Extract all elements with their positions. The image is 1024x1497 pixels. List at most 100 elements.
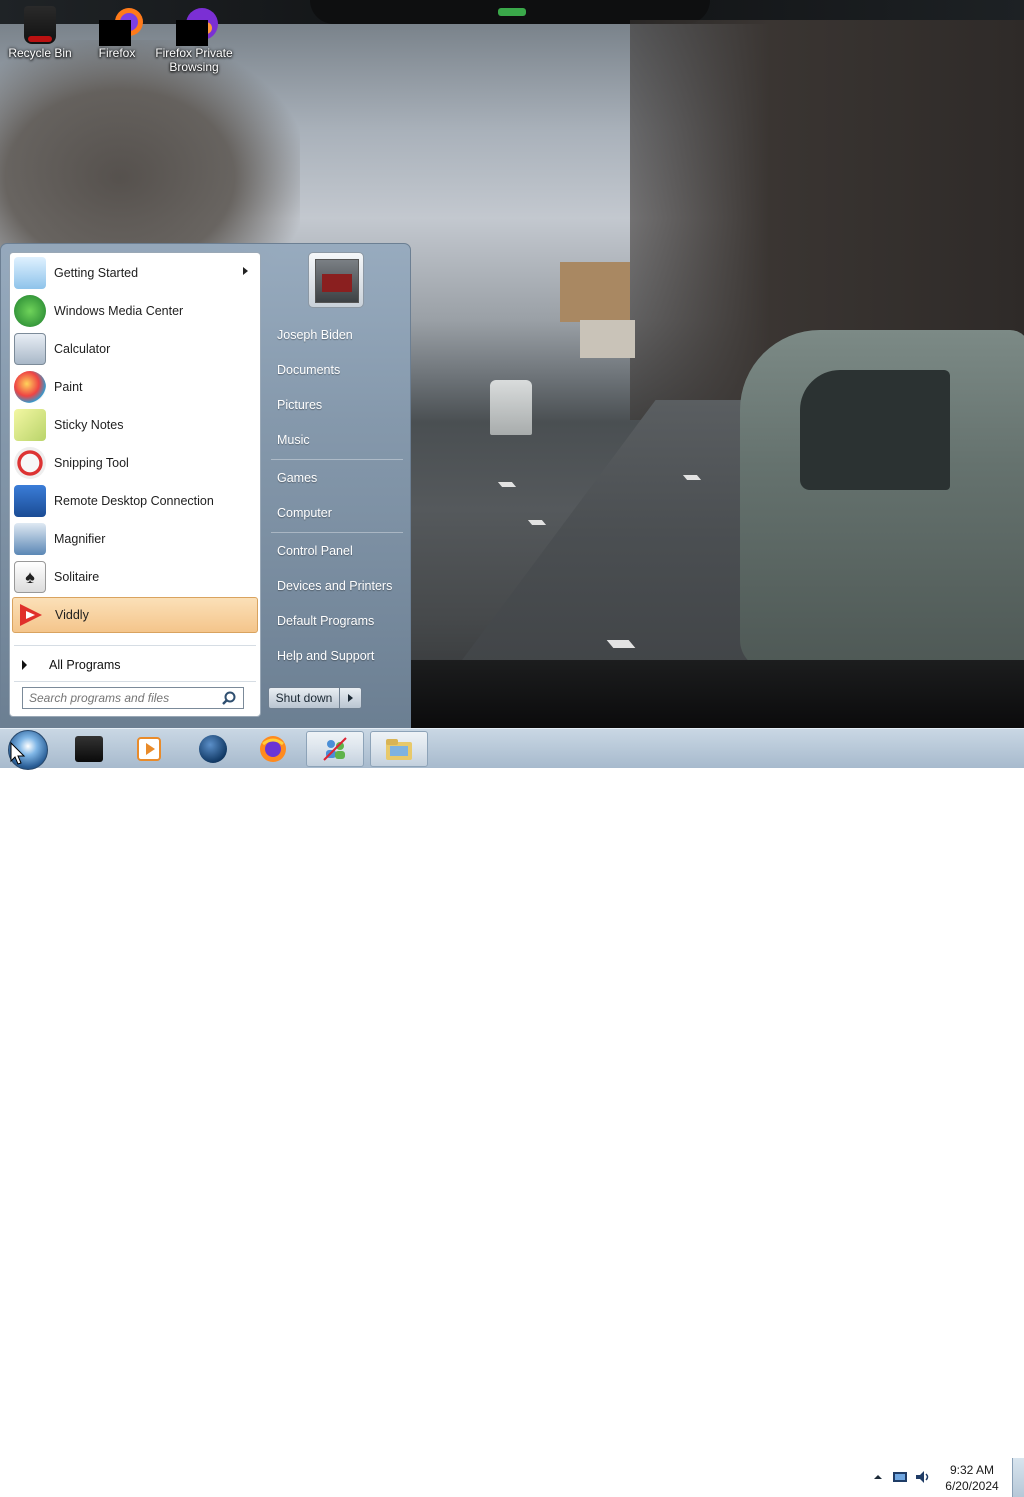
wallpaper-dashboard [410, 660, 1024, 728]
start-program-sticky-notes[interactable]: Sticky Notes [12, 407, 258, 443]
search-icon [221, 690, 237, 706]
viddly-icon [15, 599, 47, 631]
show-hidden-icons-icon[interactable] [870, 1470, 886, 1484]
start-program-calculator[interactable]: Calculator [12, 331, 258, 367]
program-label: Snipping Tool [54, 456, 129, 470]
calculator-icon [14, 333, 46, 365]
recycle-bin-icon [24, 6, 56, 44]
program-label: Paint [54, 380, 83, 394]
program-label: Solitaire [54, 570, 100, 584]
wallpaper-led-light [498, 8, 526, 16]
right-item-label: Pictures [277, 398, 323, 412]
start-program-solitaire[interactable]: ♠ Solitaire [12, 559, 258, 595]
start-menu-programs-pane: Getting Started Windows Media Center Cal… [9, 252, 261, 717]
desktop-icon-recycle-bin[interactable]: Recycle Bin [0, 6, 80, 60]
start-right-pictures[interactable]: Pictures [267, 390, 407, 420]
wallpaper-car-window [800, 370, 950, 490]
road-marking [497, 482, 517, 487]
network-people-icon [323, 737, 347, 761]
program-label: Magnifier [54, 532, 106, 546]
programs-separator [14, 645, 256, 646]
remote-desktop-icon [14, 485, 46, 517]
snipping-tool-icon [14, 447, 46, 479]
start-program-paint[interactable]: Paint [12, 369, 258, 405]
show-desktop-button[interactable] [1012, 1458, 1024, 1497]
program-label: Remote Desktop Connection [54, 494, 214, 508]
globe-browser-icon [199, 735, 227, 763]
taskbar-app-network-people[interactable] [306, 731, 364, 767]
start-right-music[interactable]: Music [267, 425, 407, 455]
taskbar: 9:32 AM 6/20/2024 [0, 728, 1024, 1497]
road-marking [682, 475, 702, 480]
program-label: Sticky Notes [54, 418, 124, 432]
program-label: Calculator [54, 342, 111, 356]
firefox-icon [99, 6, 143, 46]
shutdown-button[interactable]: Shut down [268, 687, 340, 709]
taskbar-app-firefox[interactable] [244, 731, 302, 767]
start-program-magnifier[interactable]: Magnifier [12, 521, 258, 557]
firefox-icon [260, 736, 286, 762]
shutdown-options-button[interactable] [340, 687, 362, 709]
right-pane-separator [271, 459, 403, 460]
start-right-documents[interactable]: Documents [267, 355, 407, 385]
paint-icon [14, 371, 46, 403]
start-program-snipping-tool[interactable]: Snipping Tool [12, 445, 258, 481]
right-item-label: Devices and Printers [277, 579, 393, 593]
desktop-icon-label: Firefox [98, 46, 136, 60]
right-item-label: Default Programs [277, 614, 375, 628]
start-right-computer[interactable]: Computer [267, 498, 407, 528]
dark-app-icon [75, 736, 103, 762]
start-program-remote-desktop[interactable]: Remote Desktop Connection [12, 483, 258, 519]
right-item-label: Joseph Biden [277, 328, 353, 342]
sticky-notes-icon [14, 409, 46, 441]
all-programs-button[interactable]: All Programs [12, 651, 258, 679]
start-right-help-support[interactable]: Help and Support [267, 641, 407, 671]
right-pane-separator [271, 532, 403, 533]
desktop-icon-firefox-private[interactable]: Firefox Private Browsing [154, 6, 234, 74]
taskbar-app-dark[interactable] [60, 731, 118, 767]
start-menu: Getting Started Windows Media Center Cal… [0, 243, 411, 728]
start-right-devices-printers[interactable]: Devices and Printers [267, 571, 407, 601]
wallpaper-van [490, 380, 532, 435]
desktop-icon-label: Recycle Bin [8, 46, 72, 60]
user-account-picture[interactable] [308, 252, 364, 308]
taskbar-app-media-player[interactable] [120, 731, 178, 767]
taskbar-app-globe[interactable] [184, 731, 242, 767]
volume-tray-icon[interactable] [914, 1470, 930, 1484]
solitaire-icon: ♠ [14, 561, 46, 593]
shutdown-label: Shut down [275, 691, 333, 705]
start-search-input[interactable] [23, 690, 221, 706]
start-program-getting-started[interactable]: Getting Started [12, 255, 258, 291]
getting-started-icon [14, 257, 46, 289]
wallpaper-building [560, 262, 630, 322]
start-right-control-panel[interactable]: Control Panel [267, 536, 407, 566]
triangle-right-icon [22, 660, 27, 670]
program-label: Windows Media Center [54, 304, 184, 318]
start-right-games[interactable]: Games [267, 463, 407, 493]
start-right-default-programs[interactable]: Default Programs [267, 606, 407, 636]
network-tray-icon[interactable] [892, 1470, 908, 1484]
start-program-windows-media-center[interactable]: Windows Media Center [12, 293, 258, 329]
taskbar-app-explorer[interactable] [370, 731, 428, 767]
explorer-folder-icon [386, 739, 412, 760]
program-label: Viddly [55, 608, 89, 622]
search-separator [14, 681, 256, 682]
right-item-label: Computer [277, 506, 332, 520]
right-item-label: Music [277, 433, 310, 447]
system-clock[interactable]: 9:32 AM 6/20/2024 [940, 1462, 1004, 1494]
user-picture-image [315, 259, 359, 303]
right-item-label: Control Panel [277, 544, 353, 558]
start-program-viddly[interactable]: Viddly [12, 597, 258, 633]
start-right-user-folder[interactable]: Joseph Biden [267, 320, 407, 350]
desktop-icon-firefox[interactable]: Firefox [77, 6, 157, 60]
desktop-icon-label: Firefox Private Browsing [155, 46, 233, 74]
media-player-icon [137, 737, 161, 761]
program-label: Getting Started [54, 266, 139, 280]
road-marking [527, 520, 547, 525]
firefox-private-browsing-icon [176, 6, 218, 46]
start-search-box[interactable] [22, 687, 244, 709]
wallpaper-billboard [580, 320, 635, 358]
right-item-label: Documents [277, 363, 341, 377]
magnifier-icon [14, 523, 46, 555]
wallpaper-trees-left [0, 40, 300, 270]
